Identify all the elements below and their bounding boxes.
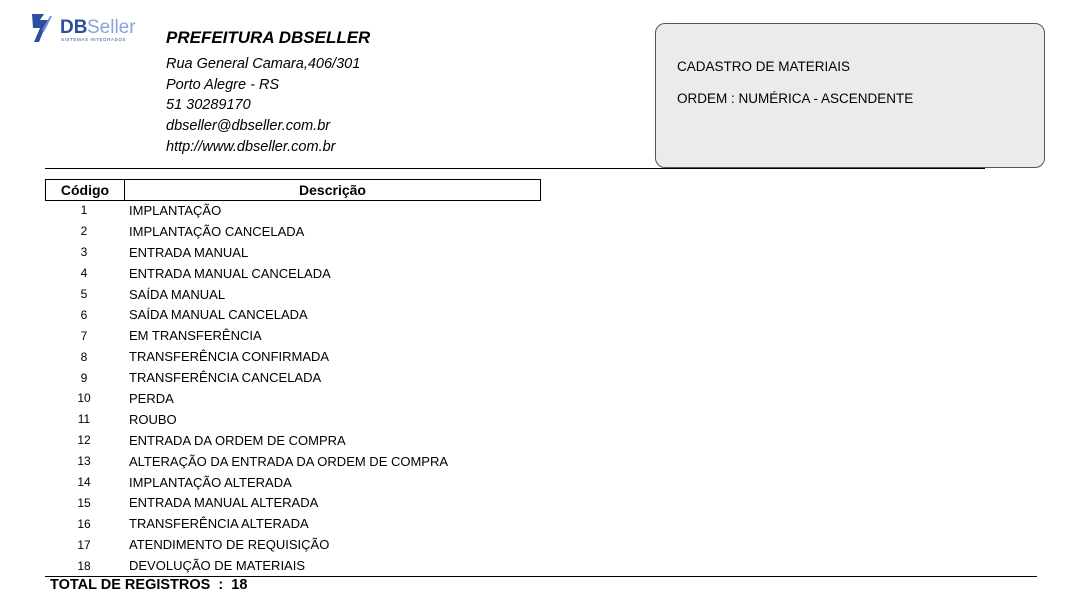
row-description: SAÍDA MANUAL CANCELADA <box>129 307 308 323</box>
row-description: DEVOLUÇÃO DE MATERIAIS <box>129 558 306 574</box>
table-row: 16 TRANSFERÊNCIA ALTERADA <box>45 513 448 534</box>
org-name: PREFEITURA DBSELLER <box>166 28 371 47</box>
row-description: ENTRADA MANUAL ALTERADA <box>129 495 319 511</box>
table-row: 5 SAÍDA MANUAL <box>45 284 448 305</box>
row-description: ATENDIMENTO DE REQUISIÇÃO <box>129 537 330 553</box>
total-value: 18 <box>231 577 248 593</box>
table-header: Código Descrição <box>45 179 541 201</box>
table-row: 11 ROUBO <box>45 409 448 430</box>
row-code: 7 <box>80 328 88 343</box>
report-title: CADASTRO DE MATERIAIS <box>677 59 851 74</box>
row-code: 12 <box>77 433 91 448</box>
row-code: 13 <box>77 454 91 469</box>
org-phone: 51 30289170 <box>166 97 251 114</box>
row-description: EM TRANSFERÊNCIA <box>129 328 262 344</box>
table-row: 15 ENTRADA MANUAL ALTERADA <box>45 492 448 513</box>
org-email: dbseller@dbseller.com.br <box>166 118 331 135</box>
column-header-code: Código <box>46 180 125 200</box>
row-code: 14 <box>77 475 91 490</box>
total-records: TOTAL DE REGISTROS : 18 <box>50 577 247 593</box>
table-row: 9 TRANSFERÊNCIA CANCELADA <box>45 367 448 388</box>
row-code: 10 <box>77 391 91 406</box>
row-description: IMPLANTAÇÃO CANCELADA <box>129 223 305 239</box>
table-row: 18 DEVOLUÇÃO DE MATERIAIS <box>45 555 448 576</box>
row-code: 8 <box>80 349 88 364</box>
row-description: ENTRADA DA ORDEM DE COMPRA <box>129 432 346 448</box>
table-row: 10 PERDA <box>45 388 448 409</box>
row-description: IMPLANTAÇÃO <box>129 202 222 218</box>
row-code: 1 <box>80 203 88 218</box>
table-row: 14 IMPLANTAÇÃO ALTERADA <box>45 472 448 493</box>
dbseller-logo-icon: DB Seller SISTEMAS INTEGRADOS <box>30 12 140 46</box>
row-code: 9 <box>80 370 88 385</box>
column-header-description: Descrição <box>299 182 366 198</box>
row-description: ENTRADA MANUAL CANCELADA <box>129 265 331 281</box>
row-description: TRANSFERÊNCIA CANCELADA <box>129 370 322 386</box>
table-row: 1 IMPLANTAÇÃO <box>45 200 448 221</box>
report-info-box: CADASTRO DE MATERIAIS ORDEM : NUMÉRICA -… <box>655 23 1045 168</box>
row-description: SAÍDA MANUAL <box>129 286 226 302</box>
row-code: 2 <box>80 224 88 239</box>
row-description: IMPLANTAÇÃO ALTERADA <box>129 474 292 490</box>
row-code: 3 <box>80 245 88 260</box>
row-description: PERDA <box>129 390 174 406</box>
logo-tagline: SISTEMAS INTEGRADOS <box>61 37 126 42</box>
row-description: ROUBO <box>129 411 177 427</box>
row-description: TRANSFERÊNCIA ALTERADA <box>129 516 309 532</box>
org-website: http://www.dbseller.com.br <box>166 138 336 155</box>
org-address: Rua General Camara,406/301 <box>166 56 361 72</box>
table-row: 12 ENTRADA DA ORDEM DE COMPRA <box>45 430 448 451</box>
row-description: ALTERAÇÃO DA ENTRADA DA ORDEM DE COMPRA <box>129 453 449 469</box>
row-code: 18 <box>77 558 91 573</box>
table-row: 2 IMPLANTAÇÃO CANCELADA <box>45 221 448 242</box>
organization-header: PREFEITURA DBSELLER Rua General Camara,4… <box>166 27 370 158</box>
row-code: 15 <box>77 495 91 510</box>
table-row: 4 ENTRADA MANUAL CANCELADA <box>45 263 448 284</box>
row-code: 11 <box>77 412 91 427</box>
row-description: ENTRADA MANUAL <box>129 244 249 260</box>
table-row: 17 ATENDIMENTO DE REQUISIÇÃO <box>45 534 448 555</box>
table-row: 3 ENTRADA MANUAL <box>45 242 448 263</box>
row-code: 16 <box>77 516 91 531</box>
logo-brand-light: Seller <box>87 17 136 38</box>
table-row: 13 ALTERAÇÃO DA ENTRADA DA ORDEM DE COMPR… <box>45 451 448 472</box>
logo-brand-bold: DB <box>60 17 87 38</box>
row-description: TRANSFERÊNCIA CONFIRMADA <box>129 349 330 365</box>
table-body: 1 IMPLANTAÇÃO 2 IMPLANTAÇÃO CANCELADA 3 ENT… <box>45 200 448 576</box>
row-code: 17 <box>77 537 91 552</box>
table-row: 8 TRANSFERÊNCIA CONFIRMADA <box>45 346 448 367</box>
table-row: 6 SAÍDA MANUAL CANCELADA <box>45 304 448 325</box>
report-order: ORDEM : NUMÉRICA - ASCENDENTE <box>677 91 914 106</box>
row-code: 6 <box>80 307 88 322</box>
table-row: 7 EM TRANSFERÊNCIA <box>45 325 448 346</box>
row-code: 5 <box>80 287 88 301</box>
total-label: TOTAL DE REGISTROS : <box>50 577 224 593</box>
row-code: 4 <box>80 266 88 281</box>
header-divider <box>45 168 985 169</box>
org-city: Porto Alegre - RS <box>166 76 280 93</box>
